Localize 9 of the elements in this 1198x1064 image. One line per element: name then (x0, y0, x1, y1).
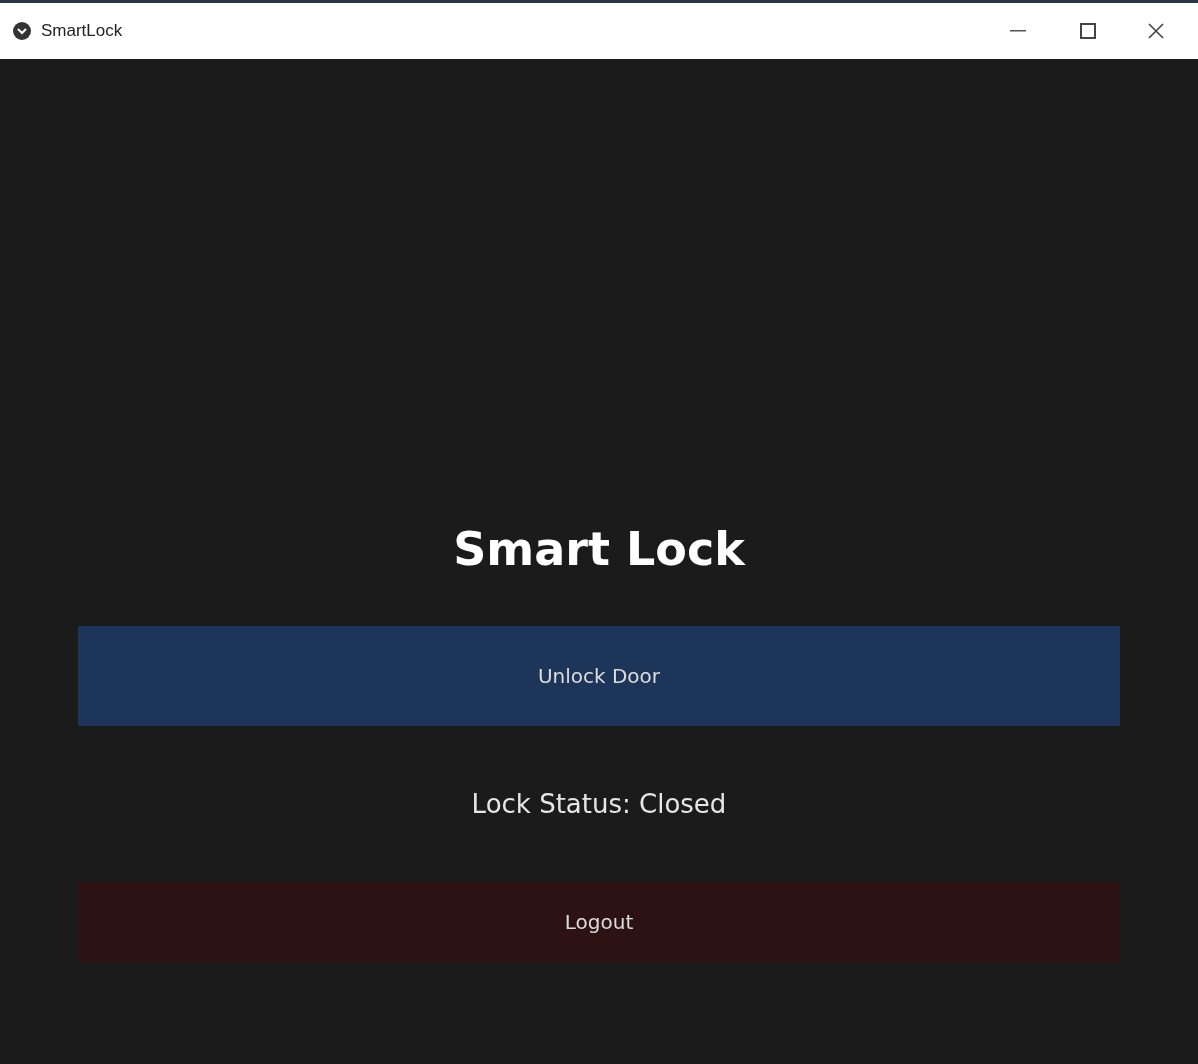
minimize-icon (1010, 30, 1026, 32)
app-heading: Smart Lock (452, 521, 747, 577)
lock-status: Lock Status: Closed (470, 788, 728, 820)
app-icon (12, 21, 32, 41)
unlock-button[interactable]: Unlock Door (78, 626, 1120, 726)
close-icon (1148, 23, 1164, 39)
maximize-icon (1080, 23, 1096, 39)
window-title: SmartLock (41, 20, 123, 43)
logout-button[interactable]: Logout (78, 882, 1120, 962)
